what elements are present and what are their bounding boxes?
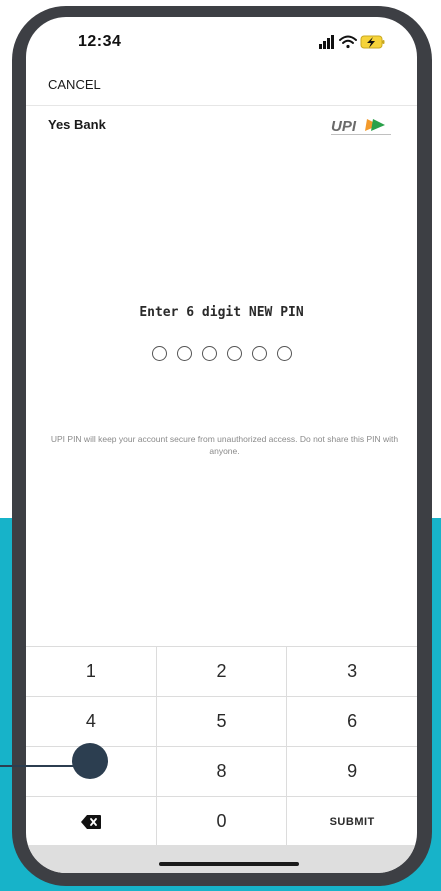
backspace-icon (80, 814, 101, 829)
pin-dot (151, 346, 167, 361)
key-8[interactable]: 8 (157, 747, 288, 796)
pin-dot (201, 346, 217, 361)
backspace-key[interactable] (26, 797, 157, 846)
status-bar: 12:34 (26, 17, 417, 69)
cancel-button[interactable]: CANCEL (48, 77, 101, 92)
submit-button[interactable]: SUBMIT (287, 797, 417, 846)
status-time: 12:34 (78, 33, 122, 50)
pin-dot (226, 346, 242, 361)
battery-charging-icon (360, 35, 385, 49)
pin-dot (251, 346, 267, 361)
pointer-dot (72, 743, 108, 779)
bottom-bar (26, 845, 417, 873)
key-0[interactable]: 0 (157, 797, 288, 846)
key-9[interactable]: 9 (287, 747, 417, 796)
home-indicator (159, 862, 299, 866)
pin-dot (276, 346, 292, 361)
status-icons (319, 35, 385, 49)
pin-dots[interactable] (26, 346, 417, 361)
keypad-row: 1 2 3 (26, 647, 417, 697)
pin-prompt: Enter 6 digit NEW PIN (139, 305, 304, 320)
key-1[interactable]: 1 (26, 647, 157, 696)
pin-dot (176, 346, 192, 361)
key-3[interactable]: 3 (287, 647, 417, 696)
info-text: UPI PIN will keep your account secure fr… (50, 434, 399, 456)
key-2[interactable]: 2 (157, 647, 288, 696)
upi-logo-text: UPI (331, 118, 357, 135)
keypad-row: 0 SUBMIT (26, 797, 417, 846)
header-divider (26, 105, 417, 106)
upi-logo: UPI (331, 117, 395, 137)
key-4[interactable]: 4 (26, 697, 157, 746)
key-5[interactable]: 5 (157, 697, 288, 746)
wifi-icon (339, 35, 357, 49)
signal-icon (319, 35, 334, 49)
keypad-row: 4 5 6 (26, 697, 417, 747)
bank-name: Yes Bank (48, 117, 106, 132)
key-6[interactable]: 6 (287, 697, 417, 746)
